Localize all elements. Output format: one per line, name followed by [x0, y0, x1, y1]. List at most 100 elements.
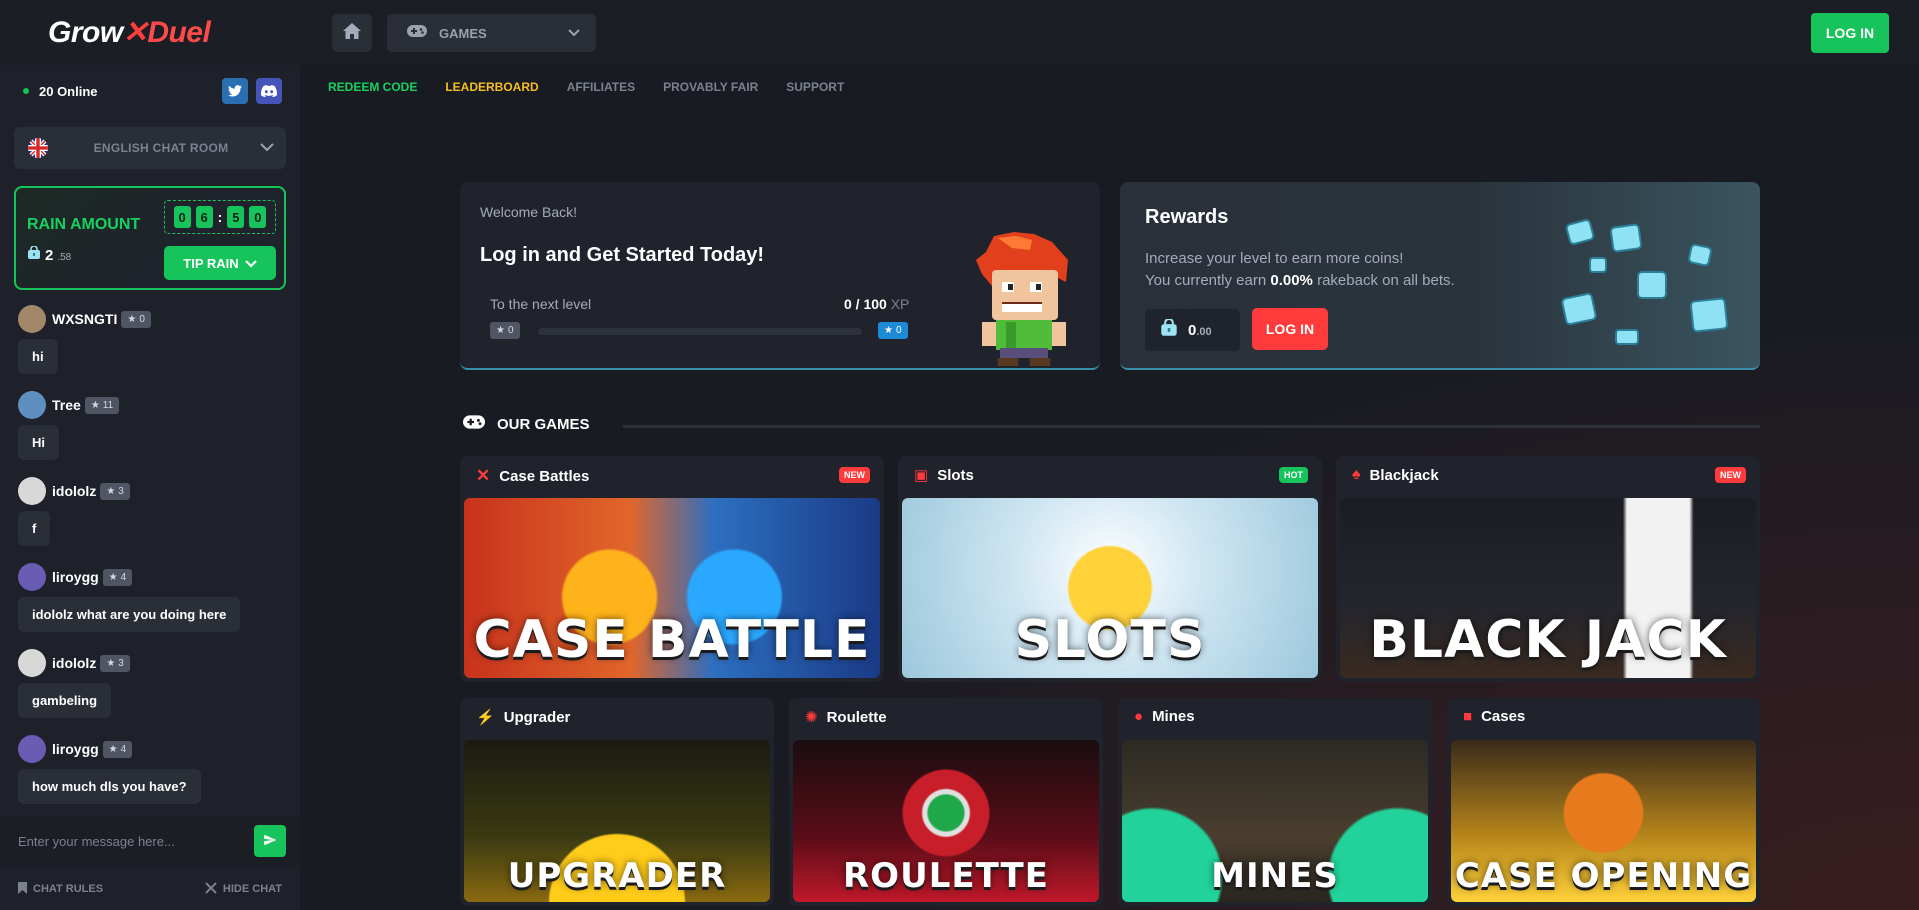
next-level-label: To the next level — [490, 296, 592, 312]
game-art-text: CASE BATTLE — [473, 610, 871, 670]
level-badge: ★ 3 — [100, 482, 130, 500]
home-button[interactable] — [332, 14, 372, 52]
star-icon: ★ — [90, 399, 100, 411]
online-status: 20 Online — [0, 76, 300, 106]
tip-rain-button[interactable]: TIP RAIN — [164, 246, 276, 280]
bookmark-icon — [18, 881, 27, 897]
game-card-blackjack[interactable]: ♠ Blackjack NEW BLACK JACK — [1336, 456, 1760, 682]
game-card-cases[interactable]: ■ Cases CASE OPENING — [1447, 698, 1760, 906]
secondary-nav: REDEEM CODE LEADERBOARD AFFILIATES PROVA… — [328, 80, 844, 100]
level-badge: ★ 4 — [102, 740, 133, 758]
username[interactable]: WXSNGTI — [52, 311, 117, 327]
avatar[interactable] — [18, 477, 46, 505]
star-icon: ★ — [127, 313, 137, 325]
username[interactable]: liroygg — [52, 569, 99, 585]
message-text: idololz what are you doing here — [18, 597, 241, 632]
nav-support[interactable]: SUPPORT — [786, 80, 844, 100]
level-badge: ★ 4 — [102, 568, 133, 586]
username[interactable]: Tree — [52, 397, 81, 413]
game-card-mines[interactable]: ● Mines MINES — [1118, 698, 1432, 906]
game-thumbnail[interactable]: UPGRADER — [464, 740, 770, 902]
floating-locks-icon — [1560, 212, 1750, 357]
logo-text-grow: Grow — [48, 16, 123, 49]
message-text: Hi — [18, 425, 59, 460]
game-card-slots[interactable]: ▣ Slots HOT SLOTS — [898, 456, 1322, 682]
star-icon: ★ — [106, 485, 116, 497]
avatar[interactable] — [18, 563, 46, 591]
timer-digit: 0 — [249, 206, 267, 228]
game-thumbnail[interactable]: ROULETTE — [793, 740, 1099, 902]
chat-rules-label: CHAT RULES — [33, 883, 104, 895]
username[interactable]: liroygg — [52, 741, 99, 757]
game-thumbnail[interactable]: MINES — [1122, 740, 1428, 902]
new-badge: NEW — [1715, 467, 1746, 483]
rain-amount-value: 2 — [45, 247, 54, 264]
upgrade-icon: ⚡ — [476, 709, 495, 726]
chevron-down-icon — [260, 139, 274, 157]
game-card-roulette[interactable]: ✺ Roulette ROULETTE — [789, 698, 1103, 906]
nav-affiliates[interactable]: AFFILIATES — [567, 80, 635, 100]
chat-sidebar: Grow✕Duel 20 Online ENGLISH CHAT ROOM RA… — [0, 0, 300, 910]
game-art-text: MINES — [1211, 856, 1339, 896]
game-title: Blackjack — [1369, 466, 1439, 484]
level-badge: ★ 11 — [84, 396, 120, 414]
rewards-coins: 0.00 — [1145, 309, 1240, 351]
avatar[interactable] — [18, 735, 46, 763]
username[interactable]: idololz — [52, 655, 96, 671]
hide-chat-button[interactable]: HIDE CHAT — [205, 881, 282, 897]
message-text: hi — [18, 339, 58, 374]
send-button[interactable] — [254, 825, 286, 857]
chevron-down-icon — [244, 256, 257, 271]
username[interactable]: idololz — [52, 483, 96, 499]
xp-progress-text: 0 / 100 XP — [844, 296, 910, 312]
timer-digit: 6 — [195, 206, 213, 228]
chat-message: Tree ★ 11 Hi — [0, 390, 300, 476]
game-card-case-battles[interactable]: ✕ Case Battles NEW CASE BATTLE — [460, 456, 884, 682]
game-thumbnail[interactable]: CASE OPENING — [1451, 740, 1756, 902]
rain-panel: RAIN AMOUNT 2 .58 0 6 : 5 0 TIP RAIN — [14, 186, 286, 290]
chat-message: liroygg ★ 4 idololz what are you doing her… — [0, 562, 300, 648]
game-card-upgrader[interactable]: ⚡ Upgrader UPGRADER — [460, 698, 774, 906]
crossed-swords-icon: ✕ — [122, 16, 148, 49]
chat-message: WXSNGTI ★ 0 hi — [0, 304, 300, 390]
chat-footer: CHAT RULES HIDE CHAT — [0, 876, 300, 902]
discord-icon[interactable] — [256, 78, 282, 104]
game-art-text: SLOTS — [1014, 610, 1206, 670]
level-badge: ★ 3 — [100, 654, 130, 672]
rewards-login-button[interactable]: LOG IN — [1252, 308, 1328, 350]
logo[interactable]: Grow✕Duel — [0, 0, 300, 65]
avatar[interactable] — [18, 649, 46, 677]
nav-provably-fair[interactable]: PROVABLY FAIR — [663, 80, 758, 100]
games-label: GAMES — [439, 25, 487, 41]
star-icon: ★ — [884, 325, 893, 336]
chat-messages[interactable]: WXSNGTI ★ 0 hi Tree ★ 11 Hi idololz ★ 3 f liro… — [0, 304, 300, 814]
chat-room-selector[interactable]: ENGLISH CHAT ROOM — [14, 127, 286, 169]
game-thumbnail[interactable]: CASE BATTLE — [464, 498, 880, 678]
chat-room-label: ENGLISH CHAT ROOM — [93, 141, 229, 155]
avatar[interactable] — [18, 305, 46, 333]
cards-icon: ♠ — [1352, 466, 1361, 483]
game-thumbnail[interactable]: SLOTS — [902, 498, 1318, 678]
twitter-icon[interactable] — [222, 78, 248, 104]
welcome-headline: Log in and Get Started Today! — [480, 244, 765, 266]
game-title: Cases — [1481, 708, 1526, 725]
next-level-badge: ★ 0 — [878, 322, 908, 339]
nav-leaderboard[interactable]: LEADERBOARD — [445, 80, 538, 100]
chat-rules-link[interactable]: CHAT RULES — [18, 881, 104, 897]
xp-progress-bar — [538, 328, 862, 335]
logo-text-duel: Duel — [147, 16, 211, 49]
nav-redeem-code[interactable]: REDEEM CODE — [328, 80, 417, 100]
chat-message: idololz ★ 3 gambeling — [0, 648, 300, 734]
login-button[interactable]: LOG IN — [1811, 13, 1889, 53]
online-count: 20 Online — [39, 83, 98, 99]
games-dropdown[interactable]: GAMES — [387, 14, 596, 52]
avatar[interactable] — [18, 391, 46, 419]
games-section-header: OUR GAMES — [463, 414, 590, 435]
chat-message-input[interactable] — [18, 833, 254, 849]
rain-amount-decimals: .58 — [57, 252, 72, 263]
game-thumbnail[interactable]: BLACK JACK — [1340, 498, 1756, 678]
timer-digit: 0 — [173, 206, 191, 228]
close-icon — [205, 881, 217, 897]
game-title: Slots — [937, 466, 974, 484]
rewards-card: Rewards Increase your level to earn more… — [1120, 182, 1760, 370]
